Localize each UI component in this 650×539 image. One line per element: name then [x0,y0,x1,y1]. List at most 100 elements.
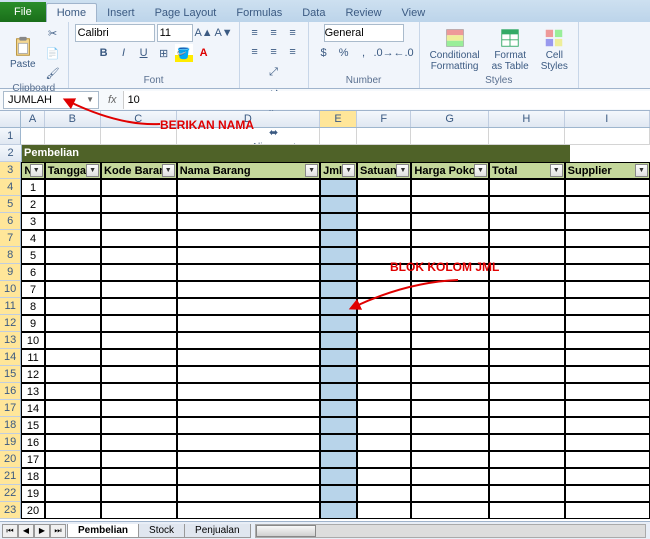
cell[interactable] [177,451,320,468]
cell-jml[interactable]: 20 [320,230,357,247]
tab-page-layout[interactable]: Page Layout [145,4,227,22]
cell[interactable] [101,417,177,434]
filter-dropdown-icon[interactable]: ▼ [635,164,648,177]
cell[interactable] [565,196,650,213]
cell[interactable] [411,213,489,230]
sheet-tab-pembelian[interactable]: Pembelian [67,524,139,538]
cell[interactable] [357,451,411,468]
cell[interactable] [565,264,650,281]
cell[interactable] [565,332,650,349]
tab-insert[interactable]: Insert [97,4,145,22]
cell[interactable] [489,366,565,383]
table-header-cell[interactable]: Nama Barang▼ [177,162,320,179]
cell[interactable] [489,281,565,298]
cell-no[interactable]: 10 [21,332,44,349]
cell[interactable] [357,400,411,417]
cell[interactable] [177,417,320,434]
hscroll-thumb[interactable] [256,525,316,537]
cell[interactable] [565,451,650,468]
cell-jml[interactable]: 10 [320,196,357,213]
cell[interactable] [177,179,320,196]
cell[interactable] [177,400,320,417]
cell[interactable] [45,366,101,383]
cell[interactable] [45,400,101,417]
tab-formulas[interactable]: Formulas [226,4,292,22]
table-header-cell[interactable]: Jml▼ [320,162,357,179]
tab-home[interactable]: Home [46,3,97,22]
horizontal-scrollbar[interactable] [255,524,646,538]
cell[interactable] [357,298,411,315]
cell[interactable] [101,366,177,383]
cell[interactable] [411,264,489,281]
cell[interactable] [357,417,411,434]
cell[interactable] [101,502,177,519]
align-right-button[interactable]: ≡ [284,43,302,61]
cell[interactable] [565,298,650,315]
cell[interactable] [177,128,320,145]
border-button[interactable]: ⊞ [155,44,173,62]
cell-jml[interactable] [320,383,357,400]
increase-font-button[interactable]: A▲ [195,24,213,42]
cell[interactable] [489,485,565,502]
cell[interactable] [357,247,411,264]
tab-review[interactable]: Review [335,4,391,22]
cell[interactable] [45,315,101,332]
cell[interactable] [411,451,489,468]
col-header-f[interactable]: F [357,111,411,127]
comma-button[interactable]: , [355,44,373,62]
cell[interactable] [565,349,650,366]
filter-dropdown-icon[interactable]: ▼ [396,164,409,177]
number-format-select[interactable] [324,24,404,42]
cell[interactable] [101,247,177,264]
cell[interactable] [45,434,101,451]
cell[interactable] [357,230,411,247]
cell[interactable] [101,230,177,247]
filter-dropdown-icon[interactable]: ▼ [342,164,355,177]
cell[interactable] [45,298,101,315]
cell[interactable] [357,366,411,383]
cell[interactable] [489,417,565,434]
cell[interactable] [357,349,411,366]
cell[interactable] [565,230,650,247]
row-header[interactable]: 8 [0,247,21,264]
cell[interactable] [45,332,101,349]
cell-no[interactable]: 15 [21,417,44,434]
fx-icon[interactable]: fx [102,94,123,106]
row-header[interactable]: 17 [0,400,21,417]
cell[interactable] [489,213,565,230]
cell[interactable] [565,383,650,400]
cell[interactable] [357,128,411,145]
cell-no[interactable]: 8 [21,298,44,315]
cell[interactable] [357,315,411,332]
cell[interactable] [489,502,565,519]
cell[interactable] [411,128,489,145]
cell[interactable] [411,400,489,417]
italic-button[interactable]: I [115,44,133,62]
decrease-decimal-button[interactable]: ←.0 [395,44,413,62]
underline-button[interactable]: U [135,44,153,62]
row-header[interactable]: 11 [0,298,21,315]
cell[interactable] [101,196,177,213]
cell[interactable] [565,366,650,383]
cell[interactable] [101,213,177,230]
sheet-nav-next[interactable]: ▶ [34,524,50,538]
table-header-cell[interactable]: No▼ [21,162,44,179]
cell[interactable] [177,264,320,281]
cell[interactable] [411,179,489,196]
cell[interactable] [411,349,489,366]
col-header-e[interactable]: E [320,111,357,127]
cell[interactable] [101,468,177,485]
cell[interactable] [177,332,320,349]
align-bottom-button[interactable]: ≡ [284,24,302,42]
cell[interactable] [565,179,650,196]
row-header[interactable]: 3 [0,162,21,179]
cell[interactable] [411,485,489,502]
cell-jml[interactable]: 10 [320,247,357,264]
filter-dropdown-icon[interactable]: ▼ [30,164,43,177]
cell[interactable] [177,502,320,519]
cell-no[interactable]: 18 [21,468,44,485]
cell[interactable] [101,400,177,417]
cell[interactable] [45,349,101,366]
decrease-font-button[interactable]: A▼ [215,24,233,42]
col-header-a[interactable]: A [21,111,44,127]
